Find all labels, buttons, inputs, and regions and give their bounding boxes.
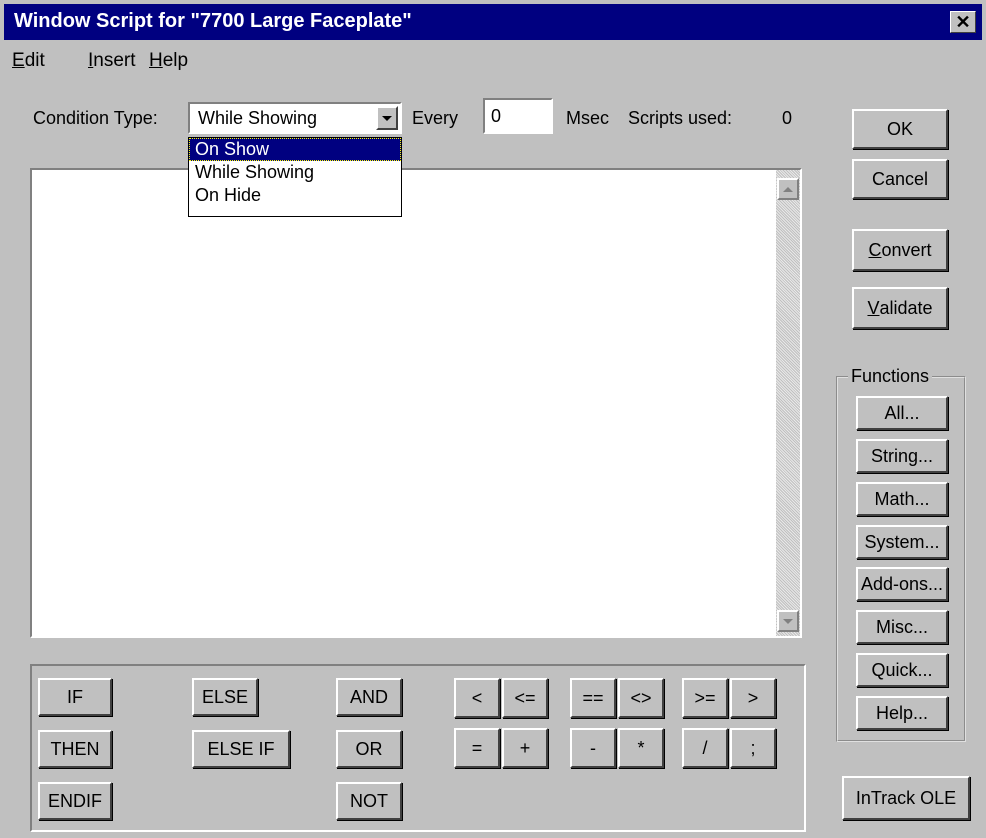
- dropdown-button[interactable]: [376, 106, 398, 130]
- menu-edit[interactable]: Edit: [12, 50, 45, 72]
- scripts-used-label: Scripts used:: [628, 108, 733, 128]
- operator-minus-button[interactable]: -: [570, 728, 616, 768]
- chevron-down-icon: [382, 115, 392, 121]
- functions-title: Functions: [848, 366, 933, 387]
- operator-ne-button[interactable]: <>: [618, 678, 664, 718]
- window-title: Window Script for "7700 Large Faceplate": [14, 10, 412, 32]
- cancel-button[interactable]: Cancel: [852, 159, 948, 199]
- operator-lt-button[interactable]: <: [454, 678, 500, 718]
- operator-eqeq-button[interactable]: ==: [570, 678, 616, 718]
- intrack-ole-button[interactable]: InTrack OLE: [842, 776, 970, 820]
- every-label: Every: [412, 108, 459, 128]
- title-bar: Window Script for "7700 Large Faceplate"…: [4, 4, 982, 40]
- operator-plus-button[interactable]: +: [502, 728, 548, 768]
- operator-div-button[interactable]: /: [682, 728, 728, 768]
- convert-button[interactable]: Convert: [852, 229, 948, 271]
- keyword-not-button[interactable]: NOT: [336, 782, 402, 820]
- condition-type-dropdown: On Show While Showing On Hide: [188, 137, 402, 217]
- functions-string-button[interactable]: String...: [856, 439, 948, 473]
- arrow-down-icon: [783, 618, 793, 624]
- script-editor[interactable]: [30, 168, 802, 638]
- keyword-endif-button[interactable]: ENDIF: [38, 782, 112, 820]
- script-window: Window Script for "7700 Large Faceplate"…: [0, 0, 986, 838]
- keyword-elseif-button[interactable]: ELSE IF: [192, 730, 290, 768]
- operator-semicolon-button[interactable]: ;: [730, 728, 776, 768]
- option-on-hide[interactable]: On Hide: [189, 184, 401, 207]
- functions-addons-button[interactable]: Add-ons...: [856, 567, 948, 601]
- menu-bar: Edit Insert Help: [4, 44, 982, 80]
- functions-misc-button[interactable]: Misc...: [856, 610, 948, 644]
- keyword-if-button[interactable]: IF: [38, 678, 112, 716]
- menu-help[interactable]: Help: [149, 50, 188, 72]
- operator-ge-button[interactable]: >=: [682, 678, 728, 718]
- close-icon: ✕: [955, 12, 971, 32]
- close-button[interactable]: ✕: [950, 11, 976, 33]
- keyword-and-button[interactable]: AND: [336, 678, 402, 716]
- option-on-show[interactable]: On Show: [189, 138, 401, 161]
- functions-group: [836, 376, 966, 742]
- functions-help-button[interactable]: Help...: [856, 696, 948, 730]
- condition-type-select[interactable]: While Showing: [188, 102, 402, 134]
- operator-le-button[interactable]: <=: [502, 678, 548, 718]
- operator-times-button[interactable]: *: [618, 728, 664, 768]
- scripts-used-count: 0: [782, 108, 793, 128]
- operator-eq-button[interactable]: =: [454, 728, 500, 768]
- every-input[interactable]: 0: [483, 98, 553, 134]
- condition-type-label: Condition Type:: [33, 108, 158, 128]
- every-input-value: 0: [491, 106, 502, 126]
- arrow-up-icon: [783, 186, 793, 192]
- validate-button[interactable]: Validate: [852, 287, 948, 329]
- functions-system-button[interactable]: System...: [856, 525, 948, 559]
- ok-button[interactable]: OK: [852, 109, 948, 149]
- functions-quick-button[interactable]: Quick...: [856, 653, 948, 687]
- operator-gt-button[interactable]: >: [730, 678, 776, 718]
- scroll-up-button[interactable]: [777, 178, 799, 200]
- option-while-showing[interactable]: While Showing: [189, 161, 401, 184]
- scroll-down-button[interactable]: [777, 610, 799, 632]
- condition-type-value: While Showing: [198, 108, 318, 128]
- keyword-or-button[interactable]: OR: [336, 730, 402, 768]
- keyword-then-button[interactable]: THEN: [38, 730, 112, 768]
- msec-label: Msec: [566, 108, 610, 128]
- functions-all-button[interactable]: All...: [856, 396, 948, 430]
- functions-math-button[interactable]: Math...: [856, 482, 948, 516]
- menu-insert[interactable]: Insert: [88, 50, 136, 72]
- vertical-scrollbar[interactable]: [776, 170, 800, 636]
- keyword-else-button[interactable]: ELSE: [192, 678, 258, 716]
